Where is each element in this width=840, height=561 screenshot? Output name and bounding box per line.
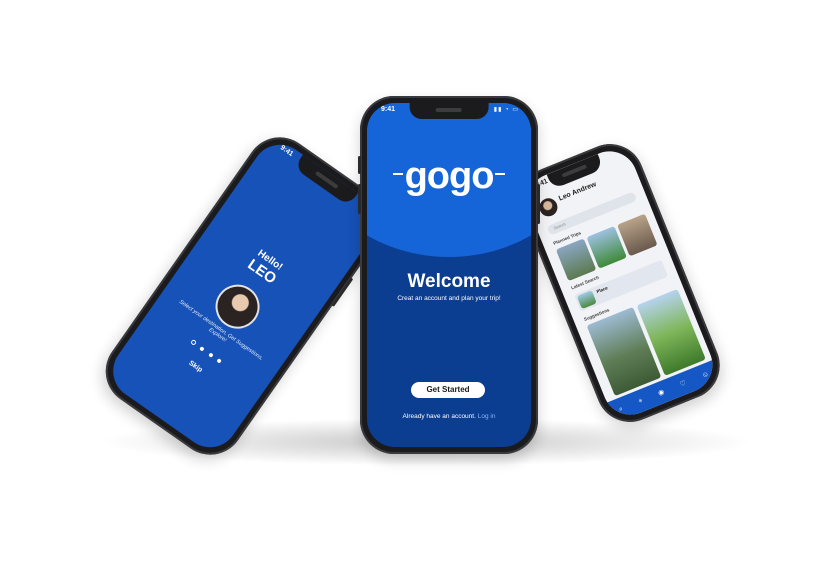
heart-icon[interactable]: ♡ <box>679 379 687 388</box>
login-link[interactable]: Log in <box>478 413 496 420</box>
signal-icon: ▮▮ ◔ ▭ <box>493 107 519 113</box>
status-time: 9:41 <box>278 144 295 159</box>
welcome-phone: 9:41 ▮▮ ◔ ▭ gogo Welcome Creat an accoun… <box>358 96 540 454</box>
page-title: Welcome <box>407 271 491 292</box>
logo-line <box>495 173 506 175</box>
avatar[interactable] <box>536 195 561 220</box>
page-dot[interactable] <box>189 338 197 346</box>
page-dot[interactable] <box>199 346 205 352</box>
phone-notch <box>409 103 489 119</box>
logo: gogo <box>367 155 531 198</box>
side-button <box>537 184 540 224</box>
onboarding-phone: 9:41 Hello! LEO Select your destination,… <box>92 124 398 468</box>
search-icon[interactable]: ⌕ <box>618 405 624 413</box>
side-button <box>358 156 361 174</box>
map-icon[interactable]: ⌖ <box>637 397 643 405</box>
onboarding-screen: 9:41 Hello! LEO Select your destination,… <box>102 133 388 459</box>
logo-text: gogo <box>404 155 495 197</box>
home-phone: 9:41 Leo Andrew Search Planned Trips Lat… <box>510 133 730 433</box>
status-time: 9:41 <box>381 106 396 113</box>
logo-line <box>392 173 403 175</box>
side-button <box>358 184 361 214</box>
pin-icon[interactable]: ◉ <box>657 388 665 397</box>
page-subtitle: Creat an account and plan your trip! <box>397 295 501 302</box>
profile-icon[interactable]: ☺ <box>701 370 710 379</box>
phone-notch <box>293 154 358 207</box>
home-screen: 9:41 Leo Andrew Search Planned Trips Lat… <box>519 142 721 424</box>
place-title: Place <box>595 285 609 295</box>
welcome-screen: 9:41 ▮▮ ◔ ▭ gogo Welcome Creat an accoun… <box>367 103 531 447</box>
get-started-button[interactable]: Get Started <box>411 382 485 398</box>
login-prompt: Already have an account. <box>402 413 476 420</box>
page-dot[interactable] <box>216 358 223 364</box>
login-row: Already have an account. Log in <box>367 413 531 420</box>
place-thumbnail <box>576 290 597 310</box>
page-dot[interactable] <box>207 352 214 358</box>
